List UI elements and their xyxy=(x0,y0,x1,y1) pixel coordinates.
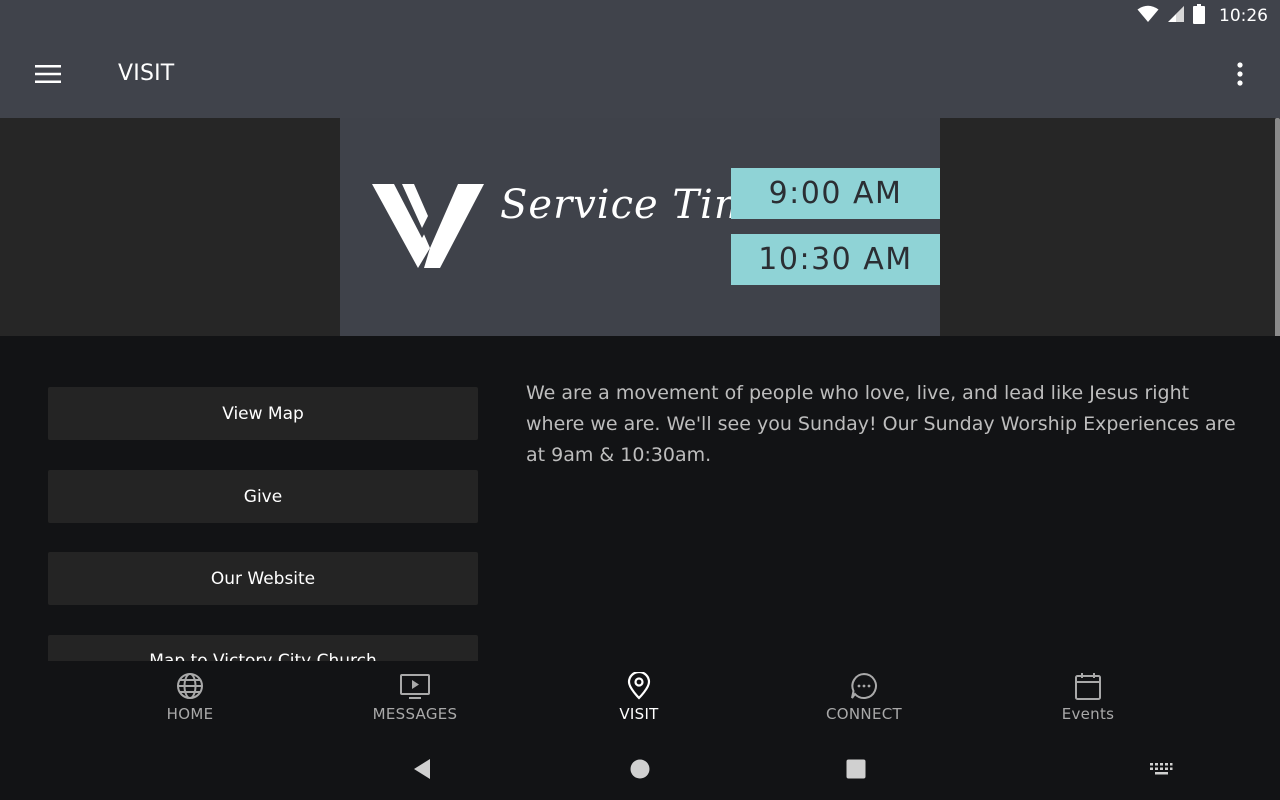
chat-bubble-icon xyxy=(849,671,879,701)
wifi-icon xyxy=(1137,5,1159,27)
home-circle-icon xyxy=(630,759,650,779)
recents-square-icon xyxy=(846,759,866,779)
church-logo xyxy=(372,182,484,274)
nav-item-messages[interactable]: MESSAGES xyxy=(335,671,495,731)
nav-item-home[interactable]: HOME xyxy=(110,671,270,731)
nav-item-events[interactable]: Events xyxy=(1008,671,1168,731)
back-button[interactable] xyxy=(406,753,438,785)
map-to-church-button[interactable]: Map to Victory City Church xyxy=(48,635,478,661)
back-triangle-icon xyxy=(414,759,430,779)
bottom-navigation: HOME MESSAGES VISIT CONNECT Events xyxy=(0,661,1280,737)
nav-item-visit[interactable]: VISIT xyxy=(559,671,719,731)
nav-item-connect[interactable]: CONNECT xyxy=(784,671,944,731)
status-time: 10:26 xyxy=(1219,6,1268,26)
service-time-1: 9:00 AM xyxy=(731,168,940,219)
visit-content: View Map Give Our Website Map to Victory… xyxy=(0,336,1280,661)
give-button[interactable]: Give xyxy=(48,470,478,523)
nav-label-home: HOME xyxy=(166,705,214,723)
keyboard-button[interactable] xyxy=(1145,753,1177,785)
recents-button[interactable] xyxy=(840,753,872,785)
tv-play-icon xyxy=(400,671,430,701)
hamburger-icon xyxy=(35,65,61,83)
nav-label-events: Events xyxy=(1061,705,1115,723)
nav-label-connect: CONNECT xyxy=(826,705,902,723)
app-bar: VISIT xyxy=(0,32,1280,118)
globe-icon xyxy=(175,671,205,701)
page-title: VISIT xyxy=(118,61,175,86)
nav-label-visit: VISIT xyxy=(619,705,659,723)
service-times-banner: Service Times 9:00 AM 10:30 AM xyxy=(340,118,940,336)
nav-label-messages: MESSAGES xyxy=(372,705,458,723)
location-pin-icon xyxy=(624,671,654,701)
menu-button[interactable] xyxy=(28,54,68,94)
hero-banner: Service Times 9:00 AM 10:30 AM xyxy=(0,118,1280,336)
signal-icon xyxy=(1167,5,1185,27)
more-vert-icon xyxy=(1237,62,1243,86)
status-bar: 10:26 xyxy=(0,0,1280,32)
our-website-button[interactable]: Our Website xyxy=(48,552,478,605)
battery-icon xyxy=(1193,4,1205,28)
system-navigation-bar xyxy=(0,737,1280,800)
keyboard-icon xyxy=(1150,763,1173,775)
home-button[interactable] xyxy=(624,753,656,785)
visit-description: We are a movement of people who love, li… xyxy=(526,382,1236,466)
service-time-2: 10:30 AM xyxy=(731,234,940,285)
calendar-icon xyxy=(1073,671,1103,701)
overflow-menu-button[interactable] xyxy=(1220,54,1260,94)
status-icons: 10:26 xyxy=(1137,4,1268,28)
view-map-button[interactable]: View Map xyxy=(48,387,478,440)
